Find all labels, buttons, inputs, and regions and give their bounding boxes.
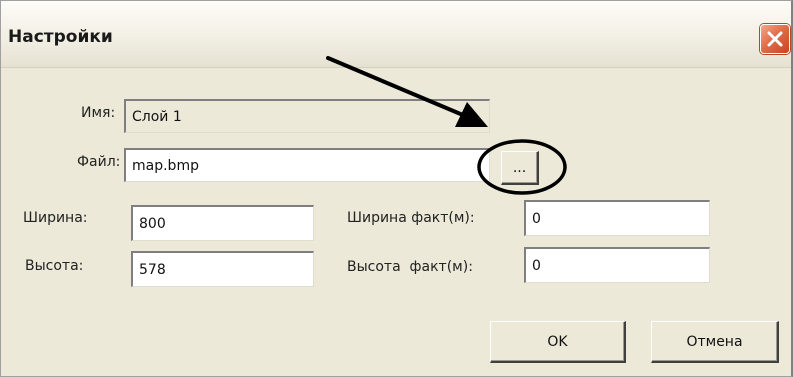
width-actual-input[interactable]: 0 [524, 200, 710, 236]
name-label: Имя: [81, 105, 116, 121]
width-label: Ширина: [23, 210, 88, 226]
height-label: Высота: [25, 258, 84, 274]
name-field: Слой 1 [124, 99, 490, 133]
window-title: Настройки [8, 27, 113, 47]
cancel-button[interactable]: Отмена [651, 321, 779, 363]
ok-button[interactable]: OK [490, 321, 626, 363]
height-input[interactable]: 578 [131, 251, 314, 287]
height-actual-input[interactable]: 0 [524, 247, 710, 283]
file-label: Файл: [77, 154, 121, 170]
settings-dialog: Настройки Имя: Слой 1 Файл: map.bmp ... … [0, 0, 793, 377]
width-actual-label: Ширина факт(м): [347, 210, 475, 226]
browse-button[interactable]: ... [501, 151, 539, 185]
close-icon [767, 31, 783, 47]
file-path-input[interactable]: map.bmp [124, 148, 490, 182]
width-input[interactable]: 800 [131, 205, 314, 241]
title-bar[interactable]: Настройки [1, 1, 791, 68]
close-button[interactable] [760, 24, 790, 54]
height-actual-label: Высота факт(м): [347, 259, 473, 275]
